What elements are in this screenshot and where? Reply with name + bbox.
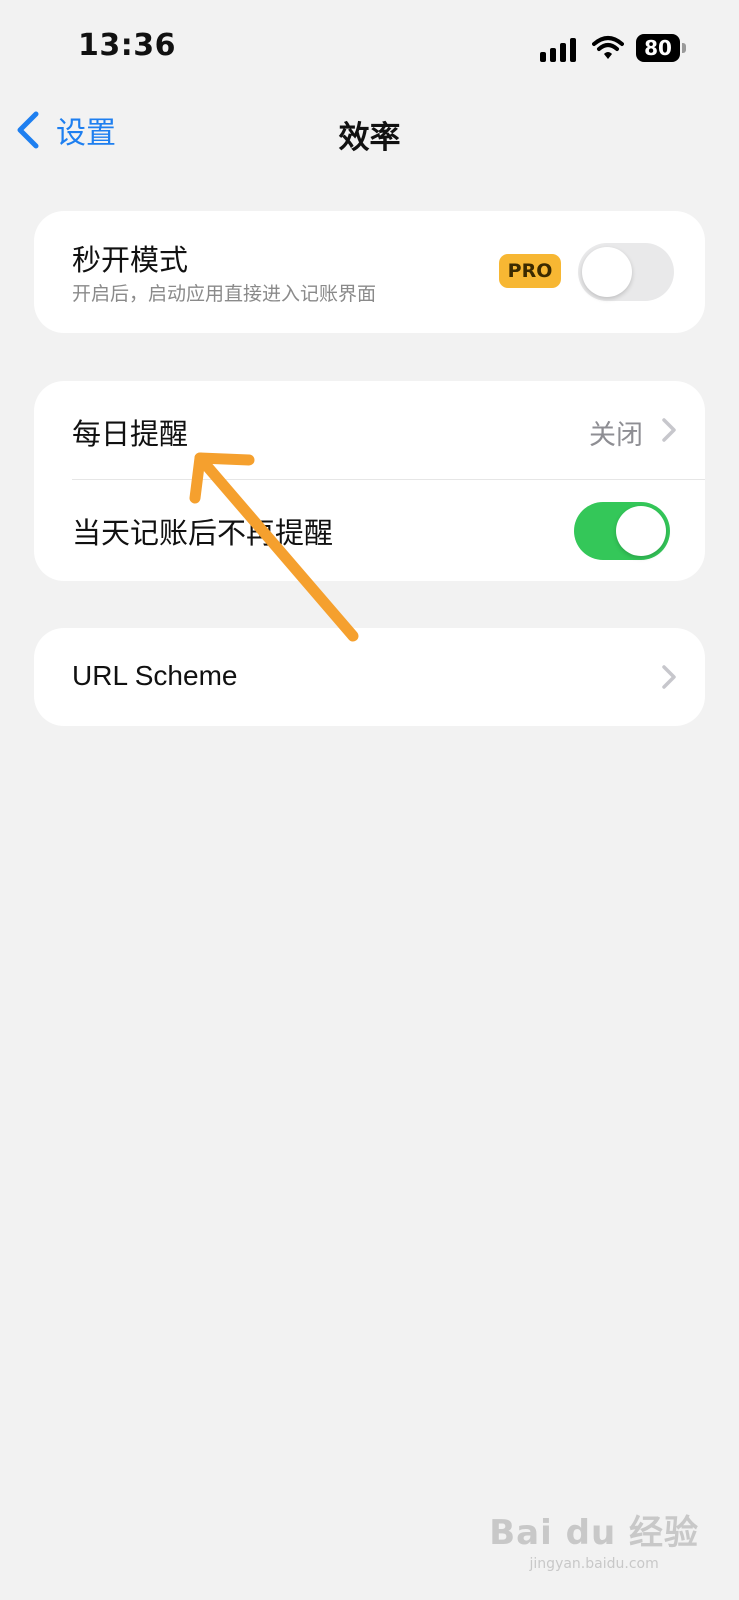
wifi-icon	[592, 36, 624, 59]
skip-reminder-title: 当天记账后不再提醒	[72, 516, 334, 550]
page-title: 效率	[338, 120, 401, 156]
quick-open-subtitle: 开启后，启动应用直接进入记账界面	[72, 283, 377, 305]
navigation-bar: 设置 效率	[0, 96, 739, 168]
quick-open-row: 秒开模式 开启后，启动应用直接进入记账界面 PRO	[34, 211, 705, 333]
daily-reminder-value: 关闭	[589, 420, 643, 451]
quick-open-title: 秒开模式	[72, 243, 189, 277]
url-scheme-card: URL Scheme	[34, 628, 705, 726]
chevron-right-icon	[662, 418, 676, 442]
reminder-card: 每日提醒 关闭 当天记账后不再提醒	[34, 381, 705, 581]
battery-indicator: 80	[636, 34, 688, 62]
skip-reminder-toggle[interactable]	[574, 502, 670, 560]
chevron-right-icon	[662, 665, 676, 689]
battery-tip	[682, 43, 686, 53]
watermark-subtext: jingyan.baidu.com	[529, 1556, 659, 1572]
quick-open-card: 秒开模式 开启后，启动应用直接进入记账界面 PRO	[34, 211, 705, 333]
status-time: 13:36	[78, 28, 176, 63]
signal-bars-icon	[540, 38, 576, 62]
daily-reminder-title: 每日提醒	[72, 417, 189, 451]
watermark-logo: Bai du 经验	[489, 1513, 699, 1553]
skip-reminder-row: 当天记账后不再提醒	[34, 480, 705, 581]
status-bar: 13:36 80	[0, 0, 739, 96]
pro-badge: PRO	[499, 254, 561, 288]
baidu-watermark: Bai du 经验 jingyan.baidu.com	[489, 1505, 699, 1572]
quick-open-toggle[interactable]	[578, 243, 674, 301]
url-scheme-title: URL Scheme	[72, 660, 238, 691]
toggle-knob	[616, 506, 666, 556]
daily-reminder-row[interactable]: 每日提醒 关闭	[34, 381, 705, 479]
toggle-knob	[582, 247, 632, 297]
url-scheme-row[interactable]: URL Scheme	[34, 628, 705, 726]
battery-level: 80	[636, 34, 680, 62]
